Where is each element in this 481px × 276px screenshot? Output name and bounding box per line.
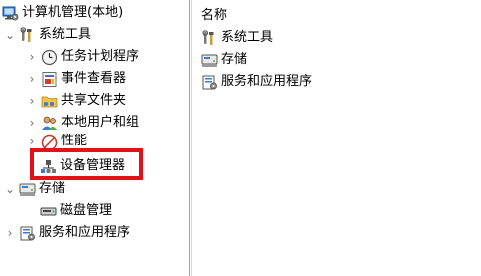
tree-node-shared-folders[interactable]: › 共享文件夹 <box>26 90 126 112</box>
list-item-services-applications[interactable]: 服务和应用程序 <box>201 71 312 93</box>
pane-splitter-edge <box>191 0 192 276</box>
performance-icon <box>41 134 58 148</box>
tree-node-label: 计算机管理(本地) <box>22 5 124 20</box>
list-item-label: 存储 <box>221 52 248 67</box>
chevron-right-icon[interactable]: › <box>26 134 38 148</box>
tree-node-label: 磁盘管理 <box>60 203 113 218</box>
list-item-system-tools[interactable]: 系统工具 <box>201 27 273 49</box>
chevron-right-icon[interactable]: › <box>26 90 38 112</box>
disk-icon <box>40 203 57 220</box>
details-pane: 名称 系统工具 存储 服务和应用程序 <box>193 0 481 276</box>
tree-node-label: 性能 <box>61 134 88 148</box>
clock-icon <box>41 49 58 66</box>
tree-node-label: 任务计划程序 <box>61 49 140 64</box>
storage-icon <box>201 52 218 69</box>
list-item-storage[interactable]: 存储 <box>201 49 247 71</box>
tree-node-label: 系统工具 <box>39 27 92 42</box>
event-viewer-icon <box>41 71 58 88</box>
tree-node-system-tools[interactable]: ⌄ 系统工具 <box>4 24 91 46</box>
computer-management-window: 计算机管理(本地) ⌄ 系统工具 › 任务计划程序 › 事件查看器 › 共享文件… <box>0 0 481 276</box>
tree-node-event-viewer[interactable]: › 事件查看器 <box>26 68 126 90</box>
tree-node-services-applications[interactable]: › 服务和应用程序 <box>4 222 130 244</box>
tools-icon <box>201 29 218 47</box>
services-icon <box>201 74 218 91</box>
list-item-label: 服务和应用程序 <box>221 74 313 89</box>
list-item-label: 系统工具 <box>221 30 274 45</box>
chevron-down-icon[interactable]: ⌄ <box>4 178 16 200</box>
tree-node-label: 存储 <box>39 181 66 196</box>
shared-folder-icon <box>41 93 58 110</box>
users-icon <box>41 115 58 132</box>
tools-icon <box>19 26 36 44</box>
storage-icon <box>19 181 36 198</box>
tree-node-local-users-groups[interactable]: › 本地用户和组 <box>26 112 139 134</box>
tree-node-label: 共享文件夹 <box>61 93 127 108</box>
chevron-right-icon[interactable]: › <box>26 68 38 90</box>
chevron-right-icon[interactable]: › <box>26 112 38 134</box>
console-tree: 计算机管理(本地) ⌄ 系统工具 › 任务计划程序 › 事件查看器 › 共享文件… <box>0 0 189 276</box>
tree-node-label: 服务和应用程序 <box>39 225 131 240</box>
tree-node-label: 事件查看器 <box>61 71 127 86</box>
tree-node-computer-management[interactable]: 计算机管理(本地) <box>2 2 123 24</box>
tree-node-task-scheduler[interactable]: › 任务计划程序 <box>26 46 139 68</box>
chevron-down-icon[interactable]: ⌄ <box>4 24 16 46</box>
computer-management-icon <box>2 5 19 22</box>
column-header-name[interactable]: 名称 <box>201 4 227 23</box>
tree-node-performance[interactable]: › 性能 <box>26 134 87 148</box>
chevron-right-icon[interactable]: › <box>26 46 38 68</box>
pane-splitter[interactable] <box>189 0 190 276</box>
tree-node-storage[interactable]: ⌄ 存储 <box>4 178 65 200</box>
services-icon <box>19 225 36 242</box>
chevron-right-icon[interactable]: › <box>4 222 16 244</box>
tree-node-label: 本地用户和组 <box>61 115 140 130</box>
highlight-annotation-box <box>30 148 143 180</box>
tree-node-disk-management[interactable]: 磁盘管理 <box>40 200 112 222</box>
